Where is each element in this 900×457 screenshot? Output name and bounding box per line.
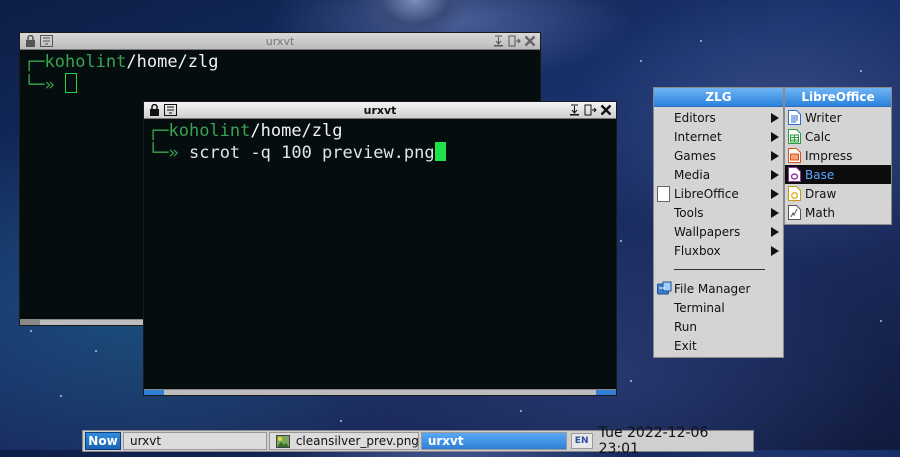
minimize-icon[interactable] [567, 104, 581, 117]
submenu-item-writer[interactable]: Writer [785, 108, 891, 127]
terminal-cursor [64, 73, 77, 93]
base-icon [788, 167, 802, 182]
menu-item-fluxbox[interactable]: Fluxbox [654, 241, 783, 260]
menu-item-label: Tools [674, 205, 704, 220]
root-menu[interactable]: ZLG Editors Internet Games Media LibreOf… [653, 87, 784, 358]
resize-grip-left[interactable] [20, 320, 40, 325]
menu-item-editors[interactable]: Editors [654, 108, 783, 127]
submenu-arrow-icon [771, 113, 779, 123]
menu-title: ZLG [654, 88, 783, 107]
menu-item-label: Wallpapers [674, 224, 741, 239]
taskbar-item-urxvt-2[interactable]: urxvt [420, 432, 567, 450]
menu-item-media[interactable]: Media [654, 165, 783, 184]
submenu-arrow-icon [771, 246, 779, 256]
minimize-icon[interactable] [491, 35, 505, 48]
menu-item-label: Terminal [674, 300, 725, 315]
prompt-host: koholint [44, 52, 127, 72]
menu-item-label: Internet [674, 129, 722, 144]
math-icon [788, 205, 802, 220]
keyboard-layout-indicator[interactable]: EN [570, 433, 593, 449]
submenu-item-label: Calc [805, 129, 831, 144]
submenu-item-label: Writer [805, 110, 842, 125]
submenu-item-label: Math [805, 205, 836, 220]
submenu-item-label: Base [805, 167, 835, 182]
menu-item-label: Run [674, 319, 698, 334]
submenu-item-impress[interactable]: Impress [785, 146, 891, 165]
submenu-item-draw[interactable]: Draw [785, 184, 891, 203]
prompt-glyph: » [44, 75, 55, 95]
draw-icon [788, 186, 802, 201]
submenu-item-math[interactable]: Math [785, 203, 891, 222]
menu-item-label: Games [674, 148, 716, 163]
stick-icon[interactable] [39, 35, 53, 48]
menu-item-label: File Manager [674, 281, 751, 296]
menu-item-terminal[interactable]: Terminal [654, 298, 783, 317]
submenu-item-calc[interactable]: Calc [785, 127, 891, 146]
menu-item-internet[interactable]: Internet [654, 127, 783, 146]
submenu-arrow-icon [771, 170, 779, 180]
taskbar-item-urxvt-1[interactable]: urxvt [122, 432, 267, 450]
document-icon [657, 186, 671, 202]
terminal-command: scrot -q 100 preview.png [188, 143, 435, 163]
submenu-arrow-icon [771, 227, 779, 237]
stick-icon[interactable] [163, 104, 177, 117]
close-icon[interactable] [599, 104, 613, 117]
prompt-host: koholint [168, 121, 251, 141]
menu-item-label: Editors [674, 110, 716, 125]
submenu-arrow-icon [771, 151, 779, 161]
impress-icon [788, 148, 802, 163]
menu-item-exit[interactable]: Exit [654, 336, 783, 355]
menu-item-run[interactable]: Run [654, 317, 783, 336]
window-title: urxvt [265, 34, 295, 48]
clock: Tue 2022-12-06 23:01 [598, 425, 709, 457]
terminal-output[interactable]: ┌─koholint/home/zlg └─» [20, 50, 540, 98]
menu-item-label: Media [674, 167, 711, 182]
maximize-icon[interactable] [507, 35, 521, 48]
lock-icon[interactable] [23, 35, 37, 48]
prompt-path: /home/zlg [126, 52, 219, 72]
menu-item-tools[interactable]: Tools [654, 203, 783, 222]
terminal-output[interactable]: ┌─koholint/home/zlg └─» scrot -q 100 pre… [144, 119, 616, 166]
window-bottom-bar[interactable] [144, 389, 616, 395]
window-title: urxvt [363, 103, 397, 117]
taskbar-item-label: cleansilver_prev.png [295, 434, 419, 448]
submenu-arrow-icon [771, 132, 779, 142]
terminal-window-front[interactable]: urxvt ┌─koholint/home/zlg └─» scrot -q 1… [144, 102, 616, 395]
menu-item-libreoffice[interactable]: LibreOffice [654, 184, 783, 203]
submenu-item-label: Impress [805, 148, 853, 163]
window-titlebar[interactable]: urxvt [20, 33, 540, 50]
submenu-item-label: Draw [805, 186, 837, 201]
taskbar-item-label: urxvt [129, 434, 162, 448]
libreoffice-submenu[interactable]: LibreOffice Writer Calc Impress Base Dra… [784, 87, 892, 225]
menu-item-label: Fluxbox [674, 243, 721, 258]
calc-icon [788, 129, 802, 144]
menu-item-file-manager[interactable]: File Manager [654, 279, 783, 298]
submenu-title: LibreOffice [785, 88, 891, 107]
close-icon[interactable] [523, 35, 537, 48]
image-viewer-icon [275, 434, 290, 448]
prompt-path: /home/zlg [250, 121, 343, 141]
menu-item-games[interactable]: Games [654, 146, 783, 165]
workspace-indicator[interactable]: Now [85, 432, 121, 450]
window-titlebar[interactable]: urxvt [144, 102, 616, 119]
taskbar-item-label: urxvt [427, 434, 464, 448]
resize-grip-right[interactable] [596, 390, 616, 395]
resize-grip-left[interactable] [144, 390, 164, 395]
lock-icon[interactable] [147, 104, 161, 117]
submenu-arrow-icon [771, 189, 779, 199]
menu-item-label: Exit [674, 338, 697, 353]
taskbar[interactable]: Now urxvt cleansilver_prev.png urxvt EN … [82, 425, 754, 457]
taskbar-item-cleansilver[interactable]: cleansilver_prev.png [268, 432, 419, 450]
prompt-glyph: » [168, 143, 179, 163]
menu-separator [654, 260, 783, 279]
menu-item-label: LibreOffice [674, 186, 739, 201]
submenu-item-base[interactable]: Base [785, 165, 891, 184]
menu-item-wallpapers[interactable]: Wallpapers [654, 222, 783, 241]
file-manager-icon [657, 281, 672, 296]
submenu-arrow-icon [771, 208, 779, 218]
terminal-cursor [434, 142, 446, 161]
writer-icon [788, 110, 802, 125]
maximize-icon[interactable] [583, 104, 597, 117]
